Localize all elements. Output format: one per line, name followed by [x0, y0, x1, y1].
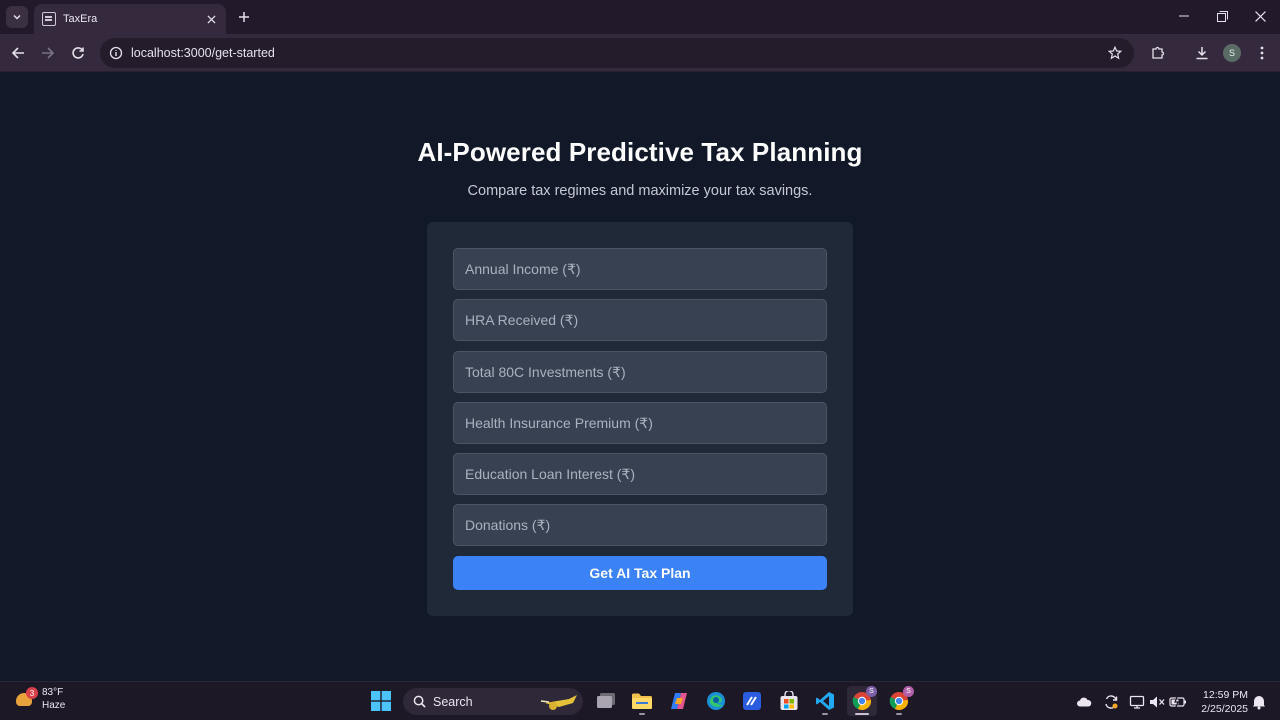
arrow-left-icon [11, 47, 24, 59]
minimize-icon [1179, 15, 1189, 17]
reload-icon [72, 47, 84, 59]
forward-button[interactable] [37, 42, 59, 64]
windows-logo-icon [371, 691, 391, 711]
close-icon [206, 14, 216, 24]
windows-start-button[interactable] [366, 686, 396, 716]
edge-browser-button[interactable] [701, 686, 731, 716]
weather-widget[interactable]: 3 83°F Haze [14, 686, 65, 712]
weather-temperature: 83°F [42, 687, 64, 698]
vscode-insiders-button[interactable] [737, 686, 767, 716]
bookmark-star-icon[interactable] [1104, 42, 1126, 64]
chrome-profile-badge: S [866, 686, 877, 697]
site-info-icon[interactable] [108, 45, 124, 61]
extensions-button[interactable] [1147, 42, 1169, 64]
browser-toolbar: localhost:3000/get-started S [0, 34, 1280, 72]
weather-description: Haze [42, 700, 66, 711]
battery-icon[interactable] [1169, 693, 1187, 711]
page-title: AI-Powered Predictive Tax Planning [417, 137, 863, 167]
restore-button[interactable] [1204, 4, 1240, 28]
tax-form-card: Get AI Tax Plan [427, 222, 853, 616]
onedrive-icon[interactable] [1075, 693, 1093, 711]
sync-icon[interactable] [1102, 693, 1120, 711]
search-highlight-icon [540, 695, 577, 710]
clock-date: 2/25/2025 [1201, 703, 1248, 715]
tab-close-button[interactable] [204, 12, 218, 26]
clock-time: 12:59 PM [1203, 689, 1248, 701]
total-80c-investments-input[interactable] [453, 350, 827, 393]
vscode-button[interactable] [810, 686, 840, 716]
page-content: AI-Powered Predictive Tax Planning Compa… [0, 73, 1280, 681]
network-icon[interactable] [1128, 693, 1146, 711]
tab-title: TaxEra [63, 13, 98, 25]
vscode-insiders-icon [743, 692, 761, 710]
chrome-profile-2-badge: S [903, 686, 914, 697]
microsoft-store-button[interactable] [774, 686, 804, 716]
volume-muted-icon[interactable] [1148, 693, 1166, 711]
download-icon [1196, 47, 1208, 60]
plus-icon [239, 12, 249, 22]
address-bar[interactable]: localhost:3000/get-started [100, 38, 1134, 68]
puzzle-icon [1152, 46, 1165, 59]
donations-input[interactable] [453, 504, 827, 547]
chrome-profile-2-button[interactable]: S [884, 686, 914, 716]
new-tab-button[interactable] [234, 7, 254, 27]
url-text[interactable]: localhost:3000/get-started [131, 46, 1104, 60]
system-clock[interactable]: 12:59 PM 2/25/2025 [1192, 688, 1248, 716]
weather-badge: 3 [26, 687, 38, 699]
close-icon [1254, 10, 1266, 22]
tab-favicon-icon [42, 12, 56, 26]
arrow-right-icon [42, 47, 55, 59]
browser-menu-button[interactable] [1251, 42, 1273, 64]
notifications-bell-icon[interactable] [1250, 693, 1268, 711]
windows-taskbar: 3 83°F Haze Search S S 12:59 PM 2/25/202… [0, 681, 1280, 720]
copilot-button[interactable] [664, 686, 694, 716]
get-ai-tax-plan-button[interactable]: Get AI Tax Plan [453, 555, 827, 590]
copilot-icon [671, 693, 687, 709]
edge-icon [707, 692, 725, 710]
browser-tab-active[interactable]: TaxEra [34, 4, 226, 34]
task-view-icon [597, 693, 615, 708]
chrome-button[interactable]: S [847, 686, 877, 716]
back-button[interactable] [7, 42, 29, 64]
tab-search-button[interactable] [6, 6, 28, 28]
file-explorer-button[interactable] [627, 686, 657, 716]
annual-income-input[interactable] [453, 248, 827, 290]
downloads-button[interactable] [1191, 42, 1213, 64]
store-icon [780, 691, 798, 710]
profile-button[interactable]: S [1221, 42, 1243, 64]
weather-haze-icon: 3 [14, 687, 38, 709]
education-loan-interest-input[interactable] [453, 453, 827, 496]
reload-button[interactable] [67, 42, 89, 64]
avatar: S [1223, 44, 1241, 62]
taskbar-search[interactable]: Search [403, 688, 583, 715]
task-view-button[interactable] [591, 686, 621, 716]
minimize-button[interactable] [1166, 4, 1202, 28]
chevron-down-icon [13, 14, 21, 20]
search-label: Search [433, 694, 473, 709]
hra-received-input[interactable] [453, 299, 827, 342]
health-insurance-premium-input[interactable] [453, 401, 827, 444]
browser-tab-bar: TaxEra [0, 0, 1280, 34]
page-subtitle: Compare tax regimes and maximize your ta… [467, 183, 813, 199]
vscode-icon [816, 692, 834, 710]
folder-icon [632, 693, 652, 709]
close-window-button[interactable] [1242, 4, 1278, 28]
restore-icon [1216, 10, 1228, 22]
search-icon [413, 695, 426, 708]
more-vertical-icon [1260, 46, 1264, 60]
